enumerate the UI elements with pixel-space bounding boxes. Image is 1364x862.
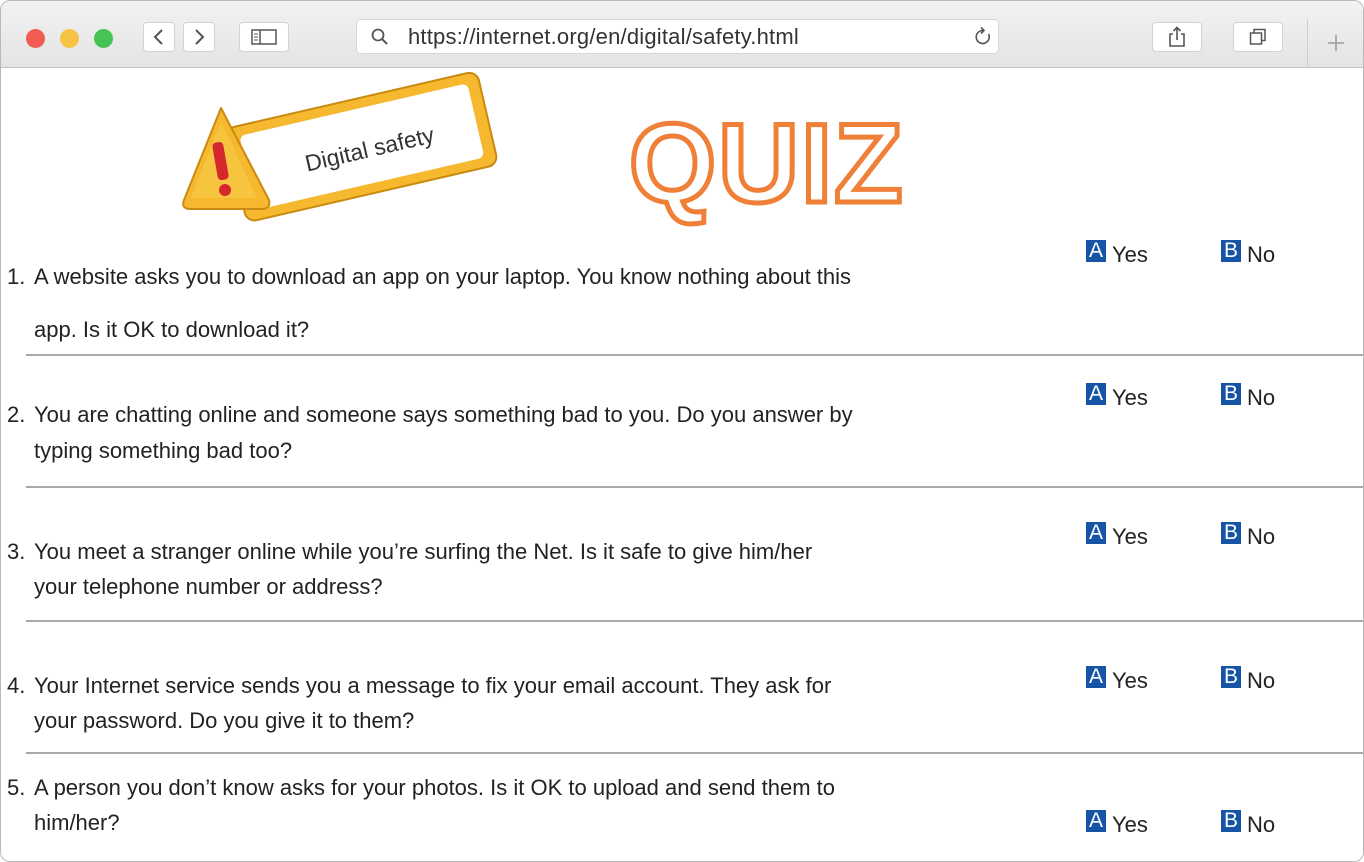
url-text[interactable]: https://internet.org/en/digital/safety.h… <box>408 23 799 51</box>
tabs-icon <box>1249 28 1266 45</box>
option-yes-label: Yes <box>1112 242 1148 267</box>
answer-yes-2[interactable]: A Yes <box>1086 381 1148 410</box>
option-no-label: No <box>1247 812 1276 837</box>
option-letter-a: A <box>1086 240 1106 262</box>
plus-icon <box>1328 35 1344 51</box>
divider <box>26 620 1363 622</box>
answer-no-3[interactable]: B No <box>1221 520 1275 549</box>
chevron-right-icon <box>195 29 205 45</box>
share-icon <box>1169 26 1185 47</box>
answer-no-4[interactable]: B No <box>1221 664 1275 693</box>
sidebar-icon <box>251 29 277 45</box>
divider <box>26 354 1363 356</box>
option-letter-a: A <box>1086 810 1106 832</box>
option-letter-b: B <box>1221 666 1241 688</box>
option-yes-label: Yes <box>1112 668 1148 693</box>
zoom-window-button[interactable] <box>94 29 113 48</box>
question-number: 3. <box>7 539 26 564</box>
browser-toolbar: https://internet.org/en/digital/safety.h… <box>1 1 1363 68</box>
sidebar-toggle-button[interactable] <box>239 22 289 52</box>
divider <box>26 486 1363 488</box>
answer-yes-1[interactable]: A Yes <box>1086 238 1148 267</box>
close-window-button[interactable] <box>26 29 45 48</box>
divider <box>26 752 1363 754</box>
question-text-line2: your password. Do you give it to them? <box>34 708 415 733</box>
option-no-label: No <box>1247 524 1276 549</box>
share-button[interactable] <box>1152 22 1202 52</box>
back-button[interactable] <box>143 22 175 52</box>
address-bar[interactable]: https://internet.org/en/digital/safety.h… <box>356 19 999 54</box>
page-content: Digital safety QUIZ 1. A website asks yo… <box>1 68 1363 861</box>
quiz-title: QUIZ <box>627 101 906 226</box>
option-no-label: No <box>1247 668 1276 693</box>
option-letter-b: B <box>1221 810 1241 832</box>
question-text-line2: your telephone number or address? <box>34 574 383 599</box>
question-text-line2: typing something bad too? <box>34 438 293 463</box>
browser-window: https://internet.org/en/digital/safety.h… <box>0 0 1364 862</box>
option-letter-a: A <box>1086 383 1106 405</box>
question-text-line2: app. Is it OK to download it? <box>34 317 310 342</box>
answer-yes-4[interactable]: A Yes <box>1086 664 1148 693</box>
minimize-window-button[interactable] <box>60 29 79 48</box>
new-tab-button[interactable] <box>1307 19 1363 67</box>
question-number: 2. <box>7 402 26 427</box>
answer-yes-5[interactable]: A Yes <box>1086 808 1148 837</box>
option-letter-a: A <box>1086 522 1106 544</box>
question-text-line2: him/her? <box>34 810 120 835</box>
option-yes-label: Yes <box>1112 385 1148 410</box>
chevron-left-icon <box>153 29 163 45</box>
option-letter-b: B <box>1221 240 1241 262</box>
option-no-label: No <box>1247 242 1276 267</box>
question-text-line1: A person you don’t know asks for your ph… <box>34 775 836 800</box>
question-text-line1: Your Internet service sends you a messag… <box>34 673 832 698</box>
digital-safety-sign: Digital safety <box>182 71 498 222</box>
answer-no-5[interactable]: B No <box>1221 808 1275 837</box>
option-letter-b: B <box>1221 383 1241 405</box>
question-text-line1: You are chatting online and someone says… <box>34 402 853 427</box>
question-number: 5. <box>7 775 26 800</box>
tabs-overview-button[interactable] <box>1233 22 1283 52</box>
question-text-line1: You meet a stranger online while you’re … <box>34 539 813 564</box>
option-letter-a: A <box>1086 666 1106 688</box>
option-no-label: No <box>1247 385 1276 410</box>
question-number: 4. <box>7 673 26 698</box>
reload-icon[interactable] <box>973 26 993 48</box>
option-yes-label: Yes <box>1112 524 1148 549</box>
question-text-line1: A website asks you to download an app on… <box>34 264 852 289</box>
answer-no-2[interactable]: B No <box>1221 381 1275 410</box>
forward-button[interactable] <box>183 22 215 52</box>
question-number: 1. <box>7 264 26 289</box>
answer-no-1[interactable]: B No <box>1221 238 1275 267</box>
option-yes-label: Yes <box>1112 812 1148 837</box>
search-icon <box>371 28 388 45</box>
answer-yes-3[interactable]: A Yes <box>1086 520 1148 549</box>
option-letter-b: B <box>1221 522 1241 544</box>
